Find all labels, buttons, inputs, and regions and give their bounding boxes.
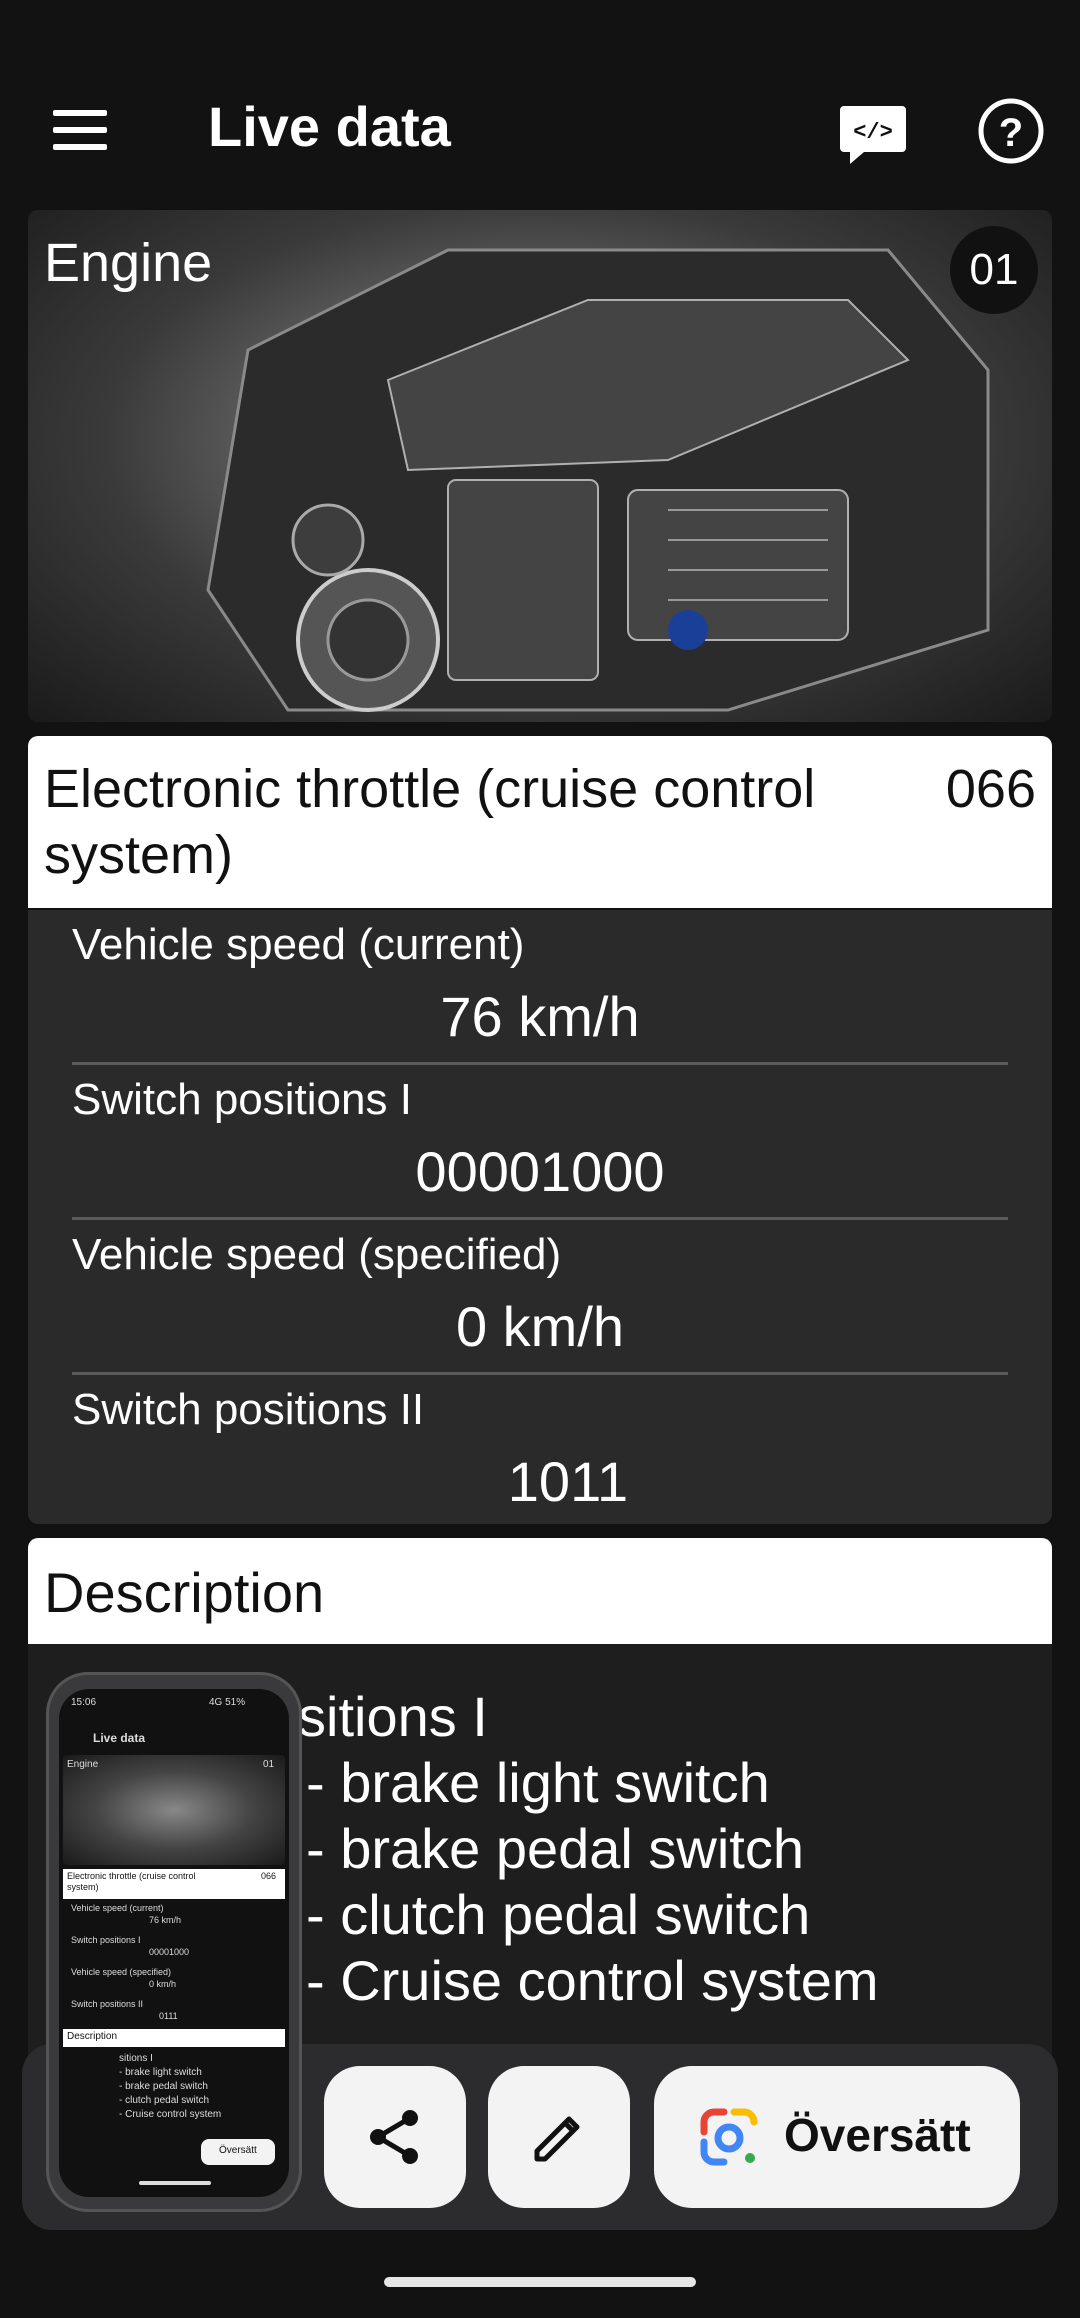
thumb-group-title: Electronic throttle (cruise control syst… xyxy=(67,1871,196,1892)
share-icon xyxy=(370,2110,418,2164)
share-button[interactable] xyxy=(324,2066,466,2208)
thumb-group-code: 066 xyxy=(261,1871,277,1881)
thumb-home-indicator xyxy=(139,2181,211,2185)
thumb-translate-label: Översätt xyxy=(219,2145,257,2156)
value-label: Switch positions II xyxy=(72,1385,425,1434)
thumb-desc-line: - brake pedal switch xyxy=(119,2081,208,2092)
engine-title: Engine xyxy=(44,233,213,293)
description-line: - brake pedal switch xyxy=(306,1817,805,1880)
thumb-row-value: 0111 xyxy=(159,2011,178,2021)
value-label: Vehicle speed (specified) xyxy=(72,1230,562,1279)
thumb-desc-title: Description xyxy=(67,2031,118,2042)
thumbnail-screen: 15:06 4G 51% Live data Engine 01 Electro… xyxy=(59,1689,289,2197)
value-label: Vehicle speed (current) xyxy=(72,920,525,969)
thumb-row-label: Vehicle speed (current) xyxy=(71,1903,164,1913)
value-reading: 1011 xyxy=(507,1450,629,1513)
engine-badge: 01 xyxy=(950,226,1038,314)
thumb-row-value: 00001000 xyxy=(149,1947,190,1957)
description-header: Description xyxy=(28,1538,1052,1644)
translate-label: Översätt xyxy=(784,2109,971,2161)
value-label: Switch positions I xyxy=(72,1075,412,1124)
app-bar: Live data </> ? xyxy=(0,60,1080,200)
help-circle-icon[interactable]: ? xyxy=(976,96,1046,166)
thumb-engine-image xyxy=(63,1755,285,1865)
hamburger-menu-icon[interactable] xyxy=(40,100,120,160)
value-reading: 00001000 xyxy=(415,1140,665,1203)
thumb-row-value: 76 km/h xyxy=(149,1915,182,1925)
description-line: - Cruise control system xyxy=(306,1949,879,2012)
screenshot-thumbnail[interactable]: 15:06 4G 51% Live data Engine 01 Electro… xyxy=(46,1672,302,2212)
thumb-badge: 01 xyxy=(263,1759,275,1770)
code-tag-icon[interactable]: </> xyxy=(838,98,908,168)
description-line: sitions I xyxy=(298,1685,488,1748)
thumb-row-label: Switch positions I xyxy=(71,1935,141,1945)
value-reading: 0 km/h xyxy=(455,1295,625,1358)
thumb-row-value: 0 km/h xyxy=(149,1979,177,1989)
page-title: Live data xyxy=(208,95,451,158)
engine-card[interactable]: Engine 01 xyxy=(28,210,1052,722)
value-row: Vehicle speed (specified) 0 km/h xyxy=(72,1220,1008,1375)
thumb-status: 4G 51% xyxy=(209,1697,246,1708)
google-lens-icon xyxy=(700,2108,758,2166)
description-title: Description xyxy=(44,1561,325,1624)
value-reading: 76 km/h xyxy=(440,985,640,1048)
home-indicator[interactable] xyxy=(384,2277,696,2287)
thumb-desc-line: - brake light switch xyxy=(119,2067,202,2078)
description-line: - brake light switch xyxy=(306,1751,770,1814)
value-row: Switch positions I 00001000 xyxy=(72,1065,1008,1220)
group-code: 066 xyxy=(945,759,1036,819)
thumb-desc-line: - Cruise control system xyxy=(119,2109,222,2120)
svg-text:?: ? xyxy=(999,111,1023,155)
pencil-edit-icon xyxy=(534,2116,580,2162)
thumb-desc-line: sitions I xyxy=(119,2053,153,2064)
edit-button[interactable] xyxy=(488,2066,630,2208)
group-header[interactable]: Electronic throttle (cruise control syst… xyxy=(28,736,1052,908)
value-row: Switch positions II 1011 xyxy=(72,1375,1008,1530)
thumb-time: 15:06 xyxy=(71,1697,97,1708)
thumb-engine: Engine xyxy=(67,1759,99,1770)
description-line: - clutch pedal switch xyxy=(306,1883,811,1946)
status-bar xyxy=(0,0,1080,20)
thumb-title: Live data xyxy=(93,1731,146,1745)
thumb-row-label: Switch positions II xyxy=(71,1999,144,2009)
svg-text:</>: </> xyxy=(853,120,893,145)
thumb-row-label: Vehicle speed (specified) xyxy=(71,1967,172,1977)
value-row: Vehicle speed (current) 76 km/h xyxy=(72,910,1008,1065)
group-title: Electronic throttle (cruise control syst… xyxy=(44,759,816,885)
values-panel: Vehicle speed (current) 76 km/h Switch p… xyxy=(28,910,1052,1524)
thumb-desc-line: - clutch pedal switch xyxy=(119,2095,210,2106)
translate-button[interactable]: Översätt xyxy=(654,2066,1020,2208)
